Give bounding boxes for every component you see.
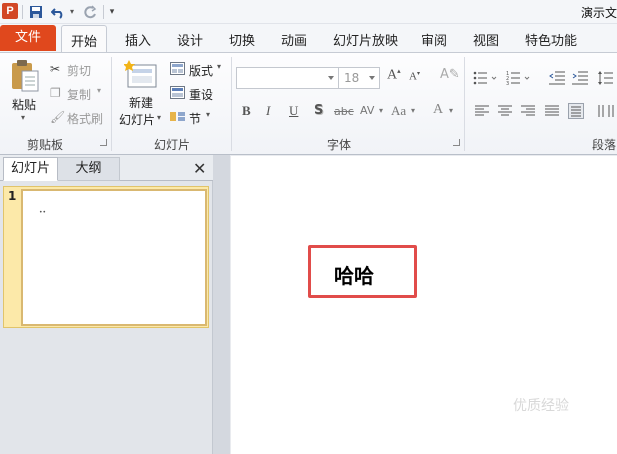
tab-view[interactable]: 视图 bbox=[473, 30, 499, 49]
slides-group-label: 幻灯片 bbox=[154, 138, 191, 152]
change-case-button[interactable]: Aa bbox=[391, 103, 406, 119]
tab-home[interactable]: 开始 bbox=[61, 25, 108, 53]
customize-qat-icon[interactable]: ▾ bbox=[107, 3, 117, 20]
scissors-icon: ✂ bbox=[50, 62, 61, 76]
tab-special-features[interactable]: 特色功能 bbox=[525, 30, 577, 49]
tab-file[interactable]: 文件 bbox=[0, 25, 56, 51]
strikethrough-button[interactable]: abc bbox=[334, 105, 354, 118]
section-dropdown-icon[interactable]: ▾ bbox=[206, 110, 210, 119]
slide-number: 1 bbox=[8, 189, 17, 203]
clear-formatting-icon[interactable]: A✎ bbox=[440, 67, 460, 82]
line-spacing-icon[interactable] bbox=[597, 71, 613, 88]
section-icon bbox=[170, 110, 185, 126]
reset-icon bbox=[170, 86, 185, 102]
new-slide-button[interactable]: 幻灯片 bbox=[119, 111, 155, 128]
underline-button[interactable]: U bbox=[289, 103, 298, 119]
watermark: 优质经验 bbox=[513, 398, 569, 414]
new-slide-label[interactable]: 新建 bbox=[129, 94, 153, 111]
font-group-label: 字体 bbox=[327, 138, 352, 152]
redo-icon[interactable] bbox=[82, 3, 98, 20]
ribbon-tabs: 文件 开始 插入 设计 切换 动画 幻灯片放映 审阅 视图 特色功能 bbox=[0, 24, 617, 53]
slides-panel: 幻灯片 大纲 ✕ 1 •• bbox=[0, 155, 213, 454]
character-spacing-button[interactable]: AV bbox=[360, 104, 374, 117]
qat-separator bbox=[103, 5, 104, 19]
font-color-dropdown-icon[interactable]: ▾ bbox=[449, 106, 453, 115]
font-name-dropdown-icon[interactable] bbox=[328, 76, 334, 80]
numbering-icon[interactable]: 123 bbox=[506, 71, 532, 88]
group-separator bbox=[231, 57, 232, 151]
tab-transitions[interactable]: 切换 bbox=[229, 30, 255, 49]
tab-review[interactable]: 审阅 bbox=[421, 30, 447, 49]
slide-text-box[interactable]: 哈哈 bbox=[334, 260, 374, 289]
font-size-dropdown-icon[interactable] bbox=[369, 76, 375, 80]
font-size-input[interactable]: 18 bbox=[339, 67, 380, 89]
thumbnail-text: •• bbox=[39, 209, 47, 216]
clipboard-group-label: 剪贴板 bbox=[27, 138, 64, 152]
slide-canvas[interactable]: 哈哈 优质经验 bbox=[231, 156, 617, 454]
layout-button[interactable]: 版式 bbox=[189, 62, 213, 79]
title-bar: P ▾ ▾ 演示文 bbox=[0, 0, 617, 24]
format-painter-button[interactable]: 格式刷 bbox=[67, 110, 103, 127]
justify-icon[interactable] bbox=[545, 105, 559, 120]
tab-slides-panel[interactable]: 幻灯片 bbox=[3, 157, 58, 181]
increase-indent-icon[interactable] bbox=[572, 71, 588, 88]
character-spacing-dropdown-icon[interactable]: ▾ bbox=[379, 106, 383, 115]
ribbon: 粘贴 ▾ ✂ 剪切 ❐ 复制 ▾ 🖌 格式刷 剪贴板 新建 幻灯片 ▾ 版式 ▾… bbox=[0, 52, 617, 155]
paste-icon[interactable] bbox=[10, 59, 40, 96]
qat-separator bbox=[22, 5, 23, 19]
reset-button[interactable]: 重设 bbox=[189, 86, 213, 103]
bullets-icon[interactable] bbox=[473, 71, 499, 88]
group-separator bbox=[111, 57, 112, 151]
align-center-icon[interactable] bbox=[498, 105, 512, 120]
font-launcher-icon[interactable] bbox=[453, 139, 460, 146]
change-case-dropdown-icon[interactable]: ▾ bbox=[411, 106, 415, 115]
italic-button[interactable]: I bbox=[266, 103, 270, 119]
copy-dropdown-icon[interactable]: ▾ bbox=[97, 86, 101, 95]
save-icon[interactable] bbox=[28, 3, 44, 20]
tab-insert[interactable]: 插入 bbox=[125, 30, 151, 49]
window-title: 演示文 bbox=[580, 6, 617, 20]
undo-dropdown-icon[interactable]: ▾ bbox=[68, 3, 76, 20]
copy-button[interactable]: 复制 bbox=[67, 86, 91, 103]
copy-icon: ❐ bbox=[50, 86, 61, 100]
clipboard-launcher-icon[interactable] bbox=[100, 139, 107, 146]
tab-animations[interactable]: 动画 bbox=[281, 30, 307, 49]
highlight-box: 哈哈 bbox=[308, 245, 417, 298]
close-icon[interactable]: ✕ bbox=[193, 159, 206, 178]
cut-button[interactable]: 剪切 bbox=[67, 62, 91, 79]
powerpoint-logo-icon[interactable]: P bbox=[2, 3, 18, 19]
layout-dropdown-icon[interactable]: ▾ bbox=[217, 62, 221, 71]
font-name-input[interactable] bbox=[236, 67, 339, 89]
distributed-icon[interactable] bbox=[568, 103, 584, 122]
undo-icon[interactable] bbox=[50, 3, 66, 20]
layout-icon bbox=[170, 62, 185, 78]
tab-design[interactable]: 设计 bbox=[177, 30, 203, 49]
tab-outline-panel[interactable]: 大纲 bbox=[58, 157, 120, 181]
slide-thumbnail[interactable]: •• bbox=[21, 189, 207, 326]
tab-slideshow[interactable]: 幻灯片放映 bbox=[333, 30, 398, 49]
bold-button[interactable]: B bbox=[242, 103, 251, 119]
group-separator bbox=[464, 57, 465, 151]
columns-icon[interactable] bbox=[598, 105, 614, 120]
align-right-icon[interactable] bbox=[521, 105, 535, 120]
paste-button[interactable]: 粘贴 bbox=[12, 96, 36, 113]
new-slide-dropdown-icon[interactable]: ▾ bbox=[157, 113, 161, 122]
shrink-font-icon[interactable]: A▾ bbox=[409, 70, 420, 83]
paragraph-group-label: 段落 bbox=[592, 138, 617, 152]
grow-font-icon[interactable]: A▴ bbox=[387, 67, 401, 84]
svg-text:3: 3 bbox=[506, 81, 509, 85]
paste-dropdown-icon[interactable]: ▾ bbox=[21, 113, 25, 122]
decrease-indent-icon[interactable] bbox=[549, 71, 565, 88]
panel-tabs: 幻灯片 大纲 ✕ bbox=[0, 155, 213, 181]
new-slide-icon[interactable] bbox=[123, 59, 158, 94]
format-painter-icon: 🖌 bbox=[50, 110, 66, 124]
panel-splitter[interactable] bbox=[213, 155, 230, 454]
text-shadow-button[interactable]: S bbox=[314, 103, 323, 118]
align-left-icon[interactable] bbox=[475, 105, 489, 120]
section-button[interactable]: 节 bbox=[189, 110, 201, 127]
font-color-button[interactable]: A bbox=[433, 102, 443, 118]
